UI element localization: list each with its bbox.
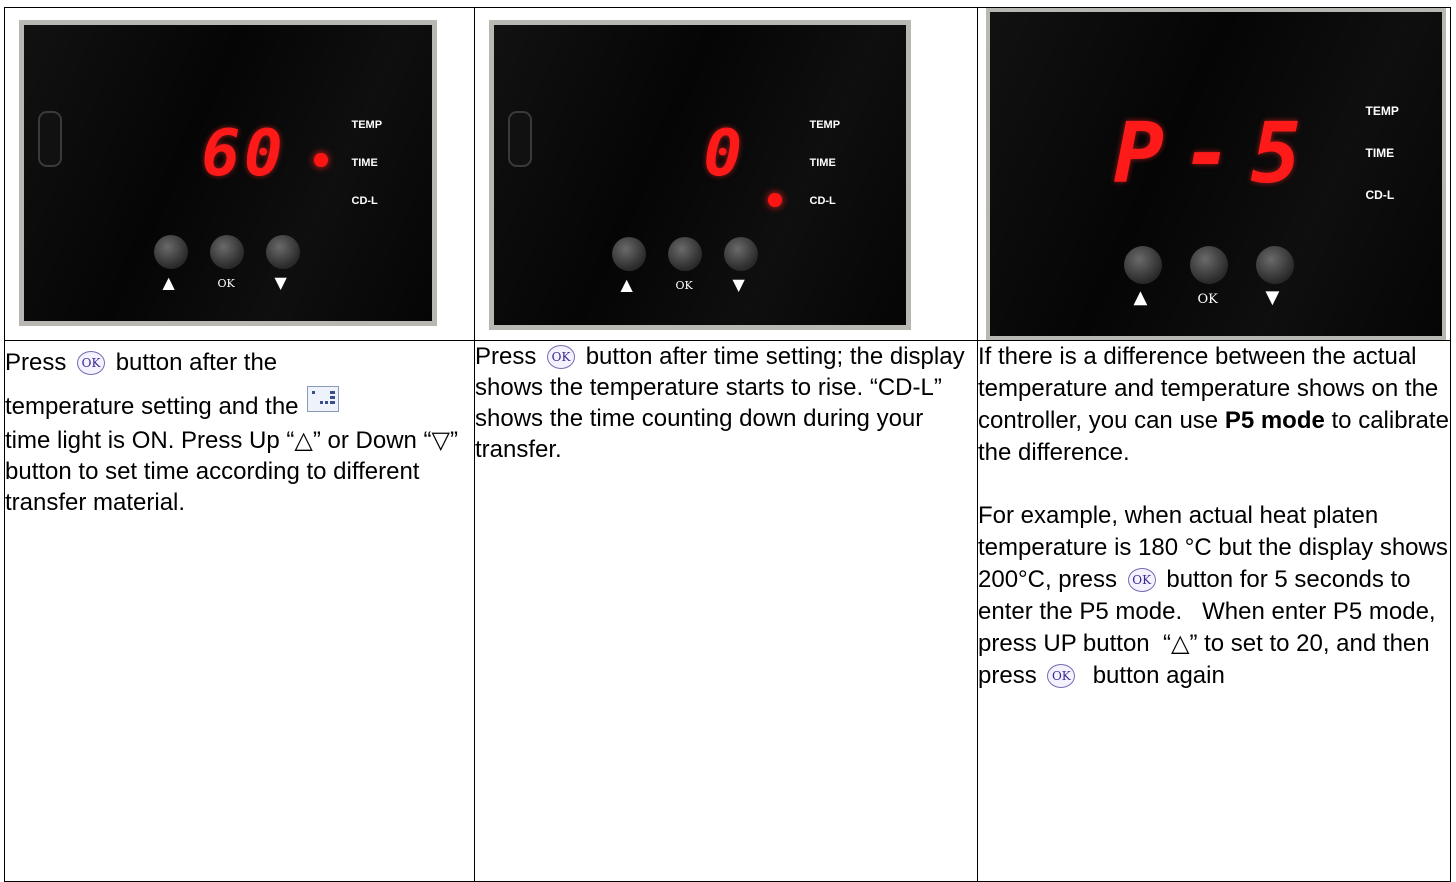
controller-photo-2: 0 TEMP TIME CD-L ▲ OK ▼ (488, 19, 911, 330)
down-knob (1255, 245, 1294, 284)
indicator-temp: TEMP (351, 118, 383, 131)
paragraph-1-cont: time light is ON. Press Up “△” or Down “… (5, 427, 458, 516)
photo-cell-1: 60 TEMP TIME CD-L ▲ OK ▼ (4, 7, 475, 341)
seven-segment-display: 60 (201, 116, 287, 191)
indicator-temp: TEMP (809, 118, 841, 131)
ok-label: OK (217, 276, 235, 290)
ok-label: OK (675, 278, 693, 292)
side-switch-icon (37, 110, 62, 167)
instruction-table: 60 TEMP TIME CD-L ▲ OK ▼ 0 TEMP TIME CD-… (4, 7, 1451, 882)
ok-button-icon: OK (77, 351, 106, 375)
indicator-temp: TEMP (1365, 103, 1399, 118)
side-switch-icon (507, 110, 532, 167)
down-arrow-icon: ▼ (274, 272, 287, 292)
indicator-cdl: CD-L (809, 194, 836, 207)
p5-mode-emphasis: P5 mode (1224, 407, 1325, 434)
seven-segment-display: P-5 (1113, 103, 1320, 202)
control-panel-icon (307, 386, 340, 412)
paragraph-3: If there is a difference between the act… (978, 343, 1449, 466)
down-knob (265, 234, 300, 269)
indicator-led (767, 192, 782, 207)
paragraph-2: Press OK button after time setting; the … (475, 343, 965, 463)
controller-photo-3: P-5 TEMP TIME CD-L ▲ OK ▼ (985, 7, 1446, 340)
instruction-text-2: Press OK button after time setting; the … (474, 340, 978, 882)
down-arrow-icon: ▼ (732, 274, 745, 294)
paragraph-1: Press OK button after the temperature se… (5, 341, 474, 429)
photo-cell-3: P-5 TEMP TIME CD-L ▲ OK ▼ (977, 7, 1451, 341)
up-arrow-icon: ▲ (162, 272, 175, 292)
indicator-time: TIME (1365, 145, 1395, 160)
ok-knob (667, 236, 702, 271)
instruction-text-3: If there is a difference between the act… (977, 340, 1451, 882)
down-knob (723, 236, 758, 271)
up-arrow-icon: ▲ (1133, 286, 1148, 308)
photo-cell-2: 0 TEMP TIME CD-L ▲ OK ▼ (474, 7, 978, 341)
indicator-time: TIME (351, 156, 378, 169)
up-knob (153, 234, 188, 269)
indicator-led (313, 152, 328, 167)
ok-button-icon: OK (1047, 664, 1076, 688)
ok-knob (209, 234, 244, 269)
indicator-cdl: CD-L (351, 194, 378, 207)
indicator-time: TIME (809, 156, 836, 169)
instruction-text-1: Press OK button after the temperature se… (4, 340, 475, 882)
ok-button-icon: OK (547, 345, 576, 369)
ok-knob (1189, 245, 1228, 284)
paragraph-4: For example, when actual heat platen tem… (978, 502, 1448, 689)
ok-button-icon: OK (1127, 568, 1156, 592)
up-knob (1123, 245, 1162, 284)
ok-label: OK (1197, 291, 1218, 307)
controller-photo-1: 60 TEMP TIME CD-L ▲ OK ▼ (18, 19, 437, 326)
down-arrow-icon: ▼ (1265, 286, 1280, 308)
seven-segment-display: 0 (703, 116, 743, 191)
up-arrow-icon: ▲ (620, 274, 633, 294)
indicator-cdl: CD-L (1365, 187, 1395, 202)
up-knob (611, 236, 646, 271)
